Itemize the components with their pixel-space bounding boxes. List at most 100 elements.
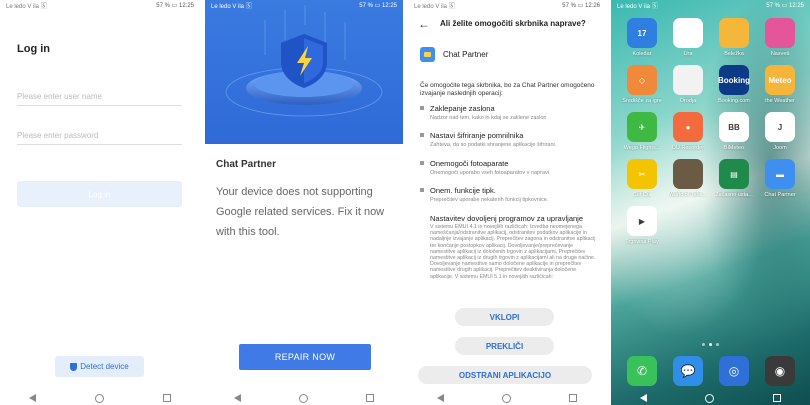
bullet-icon [420,106,424,110]
app-shortcut[interactable]: ✈ Wego Flights... [619,112,665,151]
app-label: Beležka [724,51,744,57]
enable-button[interactable]: VKLOPI [455,308,554,326]
app-shortcut[interactable]: World of Tank... [665,159,711,198]
detect-device-button[interactable]: Detect device [55,356,144,377]
app-shortcut[interactable]: Booking Booking.com [711,65,757,104]
chat-partner-screen: Chat Partner Your device does not suppor… [205,0,403,405]
back-icon[interactable] [29,394,37,402]
nav-bar [0,391,200,405]
app-name: Chat Partner [443,50,489,59]
app-label: Chat Partner [764,192,796,198]
app-row: Chat Partner [420,47,488,62]
username-field[interactable]: Please enter user name [17,88,182,106]
card-title: Chat Partner [216,159,277,170]
app-shortcut[interactable]: ◇ Središče za igre [619,65,665,104]
temp-icon: ▤ [719,159,749,189]
clock-icon [673,18,703,48]
admin-permissions-title: Nastavitev dovoljenj programov za upravl… [430,214,583,223]
app-shortcut[interactable]: J Joom [757,112,803,151]
dock: ✆ 💬 ◎ ◉ [619,356,803,386]
app-shortcut[interactable]: Orodja [665,65,711,104]
app-shortcut[interactable]: Nasveti [757,18,803,57]
app-shortcut[interactable]: ✂ Cut Cut [619,159,665,198]
permission-title: Nastavi šifriranje pomnilnika [430,131,524,140]
shield-icon [70,362,78,371]
app-icon-glyph: ✂ [638,169,646,179]
app-shortcut[interactable]: Ura [665,18,711,57]
back-arrow-icon[interactable]: ← [418,17,430,31]
nav-bar [205,391,403,405]
app-shortcut[interactable]: Meteo the Weather [757,65,803,104]
back-icon[interactable] [437,394,444,402]
recents-icon[interactable] [569,394,577,402]
app-shortcut[interactable]: BB BiMeteo [711,112,757,151]
app-shortcut[interactable]: ▤ Začasno usta... [711,159,757,198]
recents-icon[interactable] [162,394,171,402]
status-battery-time: 57 % ▭ 12:25 [156,2,194,9]
home-icon[interactable] [299,393,308,403]
dock-icon-glyph: ◎ [728,364,740,378]
home-screen: Le ledo V ila 🅂 57 % ▭ 12:25 17 Koledar Ur… [611,0,810,405]
app-icon-glyph: 17 [637,28,647,38]
back-icon[interactable] [234,394,241,402]
app-shortcut[interactable]: Beležka [711,18,757,57]
joom-icon: J [765,112,795,142]
app-shortcut[interactable]: ▬ Chat Partner [757,159,803,198]
camera-icon[interactable]: ◉ [765,356,795,386]
intro-text: Če omogočite tega skrbnika, bo za Chat P… [420,82,595,97]
permission-item: Onemogoči fotoaparate Onemogoči uporabo … [420,159,605,176]
dock-icon-glyph: ◉ [774,364,786,378]
app-shortcut[interactable]: ● DU Recorder [665,112,711,151]
status-battery-time: 57 % ▭ 12:25 [359,2,397,9]
game-center-icon: ◇ [627,65,657,95]
uninstall-app-button[interactable]: ODSTRANI APLIKACIJO [418,366,592,384]
repair-now-button[interactable]: REPAIR NOW [239,344,371,370]
hero-banner [205,0,403,144]
app-label: Trgovina Play [625,239,659,245]
home-icon[interactable] [94,393,104,403]
status-bar: Le ledo V ila 🅂 57 % ▭ 12:25 [205,0,403,10]
password-field[interactable]: Please enter password [17,127,182,145]
permission-title: Onemogoči fotoaparate [430,159,509,168]
permission-title: Zaklepanje zaslona [430,104,495,113]
page-dot [702,343,705,346]
screenshot-strip: Le ledo V ila 🅂 57 % ▭ 12:25 Log in Plea… [0,0,810,405]
browser-icon[interactable]: ◎ [719,356,749,386]
login-screen: Le ledo V ila 🅂 57 % ▭ 12:25 Log in Plea… [0,0,200,405]
permission-desc: Onemogoči uporabo vseh fotoaparatov v na… [430,170,549,176]
recents-icon[interactable] [772,394,781,402]
app-label: Koledar [632,51,652,57]
play-store-icon: ▶ [627,206,657,236]
detect-device-label: Detect device [80,362,129,371]
app-label: Joom [773,145,787,151]
app-label: Središče za igre [622,98,662,104]
calendar-icon: 17 [627,18,657,48]
bullet-icon [420,161,424,165]
app-icon-glyph: ● [685,122,691,132]
login-button[interactable]: Log in [17,181,182,207]
cancel-button[interactable]: PREKLIČI [455,337,554,355]
recents-icon[interactable] [366,394,374,402]
phone-icon[interactable]: ✆ [627,356,657,386]
home-icon[interactable] [502,393,511,403]
chat-partner-icon [420,47,435,62]
app-label: Nasveti [770,51,790,57]
app-label: Ura [683,51,693,57]
card-message: Your device does not supporting Google r… [216,186,385,238]
home-icon[interactable] [705,393,715,403]
page-dot [709,343,712,346]
permission-item: Nastavi šifriranje pomnilnika Zahteva, d… [420,131,605,148]
app-label: the Weather [765,98,795,104]
app-grid: 17 Koledar Ura Beležka Nasveti ◇ Središče za i… [619,18,803,245]
app-icon-glyph: Booking [718,75,750,85]
messages-icon[interactable]: 💬 [673,356,703,386]
dock-icon-glyph: 💬 [680,364,696,378]
app-label: Cut Cut [632,192,652,198]
booking-icon: Booking [718,65,750,95]
app-shortcut[interactable]: ▶ Trgovina Play [619,206,665,245]
app-label: World of Tank... [668,192,707,198]
app-shortcut[interactable]: 17 Koledar [619,18,665,57]
back-icon[interactable] [640,394,648,402]
chat-partner-icon: ▬ [765,159,795,189]
status-bar: Le ledo V ila 🅂 57 % ▭ 12:25 [0,0,200,10]
